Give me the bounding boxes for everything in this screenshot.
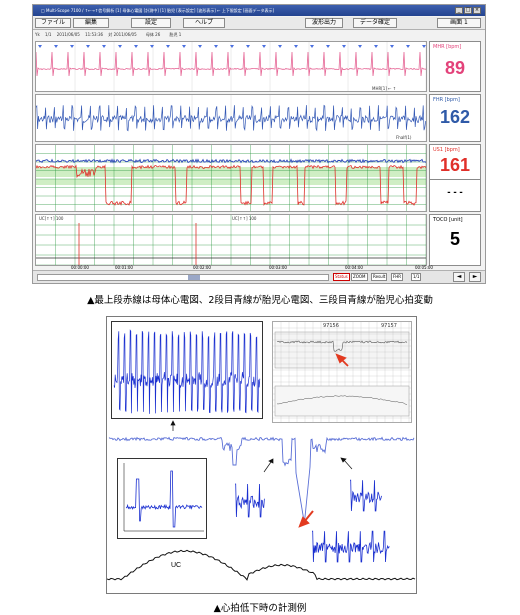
us1-extra: - - - [447,187,463,198]
title-bar: □ Multi-Scope 7100 / ↑←→↑信号解析 [1] 母体心電図 … [33,5,485,16]
status-label: Status [333,273,350,281]
minimize-button[interactable]: _ [455,7,463,14]
fhr-waveform-panel: Fhalf(1) [35,94,427,142]
mhr-name: MHR [bpm] [433,44,462,50]
scroll-thumb[interactable] [188,275,200,280]
us1-value: 161 [439,155,471,175]
menu-help[interactable]: ヘルプ [183,18,225,28]
maximize-button[interactable]: □ [464,7,472,14]
mhr-readout: MHR [bpm] 89 [429,41,481,92]
fhr-readout: FHR [bpm] 162 [429,94,481,142]
zoom-select[interactable]: ZOOM [351,273,368,281]
count-select[interactable]: 1/1 [411,273,422,281]
data-confirm-button[interactable]: データ確定 [353,18,397,28]
us1-trend-panel [35,144,427,212]
menu-file[interactable]: ファイル [35,18,71,28]
toco-left-label: UC[↑↑] 100 [39,216,64,221]
fhr-value: 162 [439,107,471,127]
toco-value: 5 [449,229,460,249]
prev-button[interactable]: ◄ [453,272,465,282]
ctg-paper-inset: 97156 97157 [272,321,412,423]
bradycardia-figure: 97156 97157 UC [106,316,417,594]
ecg-inset-dense [111,321,263,419]
toco-trend [36,215,426,265]
us1-readout: US1 [bpm] 161 - - - [429,144,481,212]
toco-trend-panel: UC[↑↑] 100 UC[↑↑] 100 [35,214,427,266]
us1-divider [430,179,480,180]
bottom-bar: Status ZOOM Result FHR 1/1 ◄ ► [33,270,485,283]
beat-inset [117,458,207,539]
toco-mid-label: UC[↑↑] 100 [232,216,257,221]
menu-bar: ファイル 編集 設定 ヘルプ 波形出力 データ確定 画面 1 [33,17,485,30]
ctg-paper-plot [273,322,411,422]
ctg-time-b: 97157 [381,323,397,329]
mhr-foot-label: MHR[1] ← ↑ [372,86,397,91]
info-bar: Yk 1/1 2011/06/05 11:53:36 対 2011/06/05 … [35,32,182,37]
ecg-dense-plot [113,329,261,414]
beat-plot [123,463,204,532]
caption-top: ▲最上段赤線は母体心電図、2段目青線が胎児心電図、三段目青線が胎児心拍変動 [87,295,433,306]
menu-edit[interactable]: 編集 [73,18,109,28]
timeline-scrollbar[interactable] [37,274,329,281]
us1-trend [36,145,426,211]
menu-settings[interactable]: 設定 [131,18,171,28]
uc-label: UC [171,562,182,569]
window-title: □ Multi-Scope 7100 / ↑←→↑信号解析 [1] 母体心電図 … [41,8,275,13]
toco-name: TOCO [unit] [433,217,463,223]
monitor-window: □ Multi-Scope 7100 / ↑←→↑信号解析 [1] 母体心電図 … [32,4,486,284]
fhr-foot-label: Fhalf(1) [396,135,412,140]
close-button[interactable]: × [473,7,481,14]
result-select[interactable]: FHR [391,273,404,281]
next-button[interactable]: ► [469,272,481,282]
caption-bottom: ▲心拍低下時の計測例 [213,603,307,614]
mhr-waveform-panel: MHR[1] ← ↑ [35,41,427,92]
toco-readout: TOCO [unit] 5 [429,214,481,266]
screen-button[interactable]: 画面 1 [437,18,481,28]
mhr-waveform [36,42,426,91]
us1-name: US1 [bpm] [433,147,460,153]
waveform-output-button[interactable]: 波形出力 [305,18,343,28]
ctg-time-a: 97156 [323,323,339,329]
fhr-name: FHR [bpm] [433,97,460,103]
result-label: Result [371,273,388,281]
fhr-waveform [36,95,426,141]
mhr-value: 89 [444,58,466,78]
